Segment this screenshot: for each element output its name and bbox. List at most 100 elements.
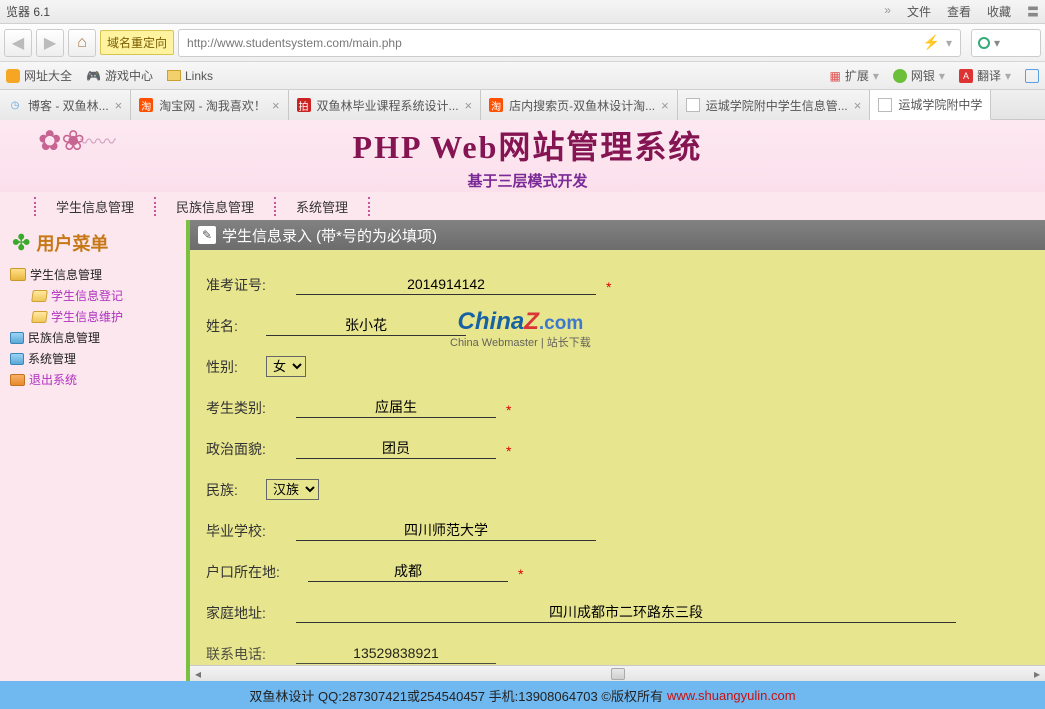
tab-favicon: 拍 <box>297 98 311 112</box>
select-ethnic[interactable]: 汉族 <box>266 479 319 500</box>
form-area: ChinaZ.com China Webmaster | 站长下载 准考证号: … <box>190 250 1045 681</box>
tab-title: 博客 - 双鱼林... <box>28 97 109 114</box>
row-gender: 性别: 女 <box>206 356 1035 377</box>
menu-view[interactable]: 查看 <box>947 3 971 20</box>
banner-title: PHP Web网站管理系统 <box>140 122 915 168</box>
clover-icon: ✤ <box>12 230 30 256</box>
top-menu: 学生信息管理 民族信息管理 系统管理 <box>0 192 1045 220</box>
menu-more-icon[interactable]: » <box>884 3 891 20</box>
browser-tab-1[interactable]: 淘淘宝网 - 淘我喜欢！× <box>131 90 288 120</box>
topmenu-ethnic[interactable]: 民族信息管理 <box>154 197 276 216</box>
toolbar-bank[interactable]: 网银 ▾ <box>893 67 945 84</box>
toolbar-extensions[interactable]: ▦ 扩展 ▾ <box>830 67 879 84</box>
tree-system[interactable]: 系统管理 <box>10 348 180 369</box>
required-marker: * <box>506 443 511 459</box>
main-area: ✤ 用户菜单 学生信息管理 学生信息登记 学生信息维护 <box>0 220 1045 681</box>
horizontal-scrollbar[interactable]: ◂ ▸ <box>190 665 1045 681</box>
input-politics[interactable] <box>296 438 496 459</box>
bookmark-site-all[interactable]: 网址大全 <box>6 67 72 84</box>
tab-close-icon[interactable]: × <box>272 98 280 113</box>
footer-link[interactable]: www.shuangyulin.com <box>667 688 796 703</box>
sidebar: ✤ 用户菜单 学生信息管理 学生信息登记 学生信息维护 <box>0 220 186 681</box>
required-marker: * <box>506 402 511 418</box>
sidebar-tree: 学生信息管理 学生信息登记 学生信息维护 民族信息管理 <box>4 260 182 390</box>
input-name[interactable] <box>266 315 466 336</box>
row-ethnic: 民族: 汉族 <box>206 479 1035 500</box>
required-marker: * <box>606 279 611 295</box>
input-address[interactable] <box>296 602 956 623</box>
url-field[interactable]: http://www.studentsystem.com/main.php ⚡ … <box>178 29 961 57</box>
tab-title: 运城学院附中学生信息管... <box>706 97 848 114</box>
tab-title: 双鱼林毕业课程系统设计... <box>317 97 459 114</box>
row-name: 姓名: <box>206 315 1035 336</box>
tab-close-icon[interactable]: × <box>661 98 669 113</box>
browser-tab-3[interactable]: 淘店内搜索页-双鱼林设计淘...× <box>481 90 678 120</box>
content-panel: ✎ 学生信息录入 (带*号的为必填项) ChinaZ.com China Web… <box>186 220 1045 681</box>
label-exam-id: 准考证号: <box>206 275 286 295</box>
input-cand-type[interactable] <box>296 397 496 418</box>
bookmark-game-center[interactable]: 🎮 游戏中心 <box>86 67 153 84</box>
browser-title-bar: 览器 6.1 » 文件 查看 收藏 〓 <box>0 0 1045 24</box>
row-address: 家庭地址: <box>206 602 1035 623</box>
menu-favorites[interactable]: 收藏 <box>987 3 1011 20</box>
tab-close-icon[interactable]: × <box>854 98 862 113</box>
select-gender[interactable]: 女 <box>266 356 306 377</box>
menu-file[interactable]: 文件 <box>907 3 931 20</box>
tree-ethnic-info[interactable]: 民族信息管理 <box>10 327 180 348</box>
game-icon: 🎮 <box>86 69 101 83</box>
topmenu-student[interactable]: 学生信息管理 <box>34 197 156 216</box>
topmenu-system[interactable]: 系统管理 <box>274 197 370 216</box>
browser-tab-0[interactable]: ◷ 博客 - 双鱼林... × <box>0 90 131 120</box>
row-politics: 政治面貌: * <box>206 438 1035 459</box>
content-header: ✎ 学生信息录入 (带*号的为必填项) <box>190 220 1045 250</box>
browser-tab-4[interactable]: 运城学院附中学生信息管... × <box>678 90 871 120</box>
site-all-icon <box>6 69 20 83</box>
tab-close-icon[interactable]: × <box>465 98 473 113</box>
tab-favicon: ◷ <box>8 98 22 112</box>
toolbar-translate[interactable]: A 翻译 ▾ <box>959 67 1011 84</box>
toolbar-screenshot[interactable] <box>1025 69 1039 83</box>
menu-tools-icon[interactable]: 〓 <box>1027 3 1039 20</box>
tree-student-register[interactable]: 学生信息登记 <box>32 285 180 306</box>
scroll-thumb[interactable] <box>611 668 625 680</box>
fast-mode-icon[interactable]: ⚡ <box>923 34 940 51</box>
scroll-left-icon[interactable]: ◂ <box>190 667 206 681</box>
scroll-track[interactable] <box>206 668 1029 680</box>
label-phone: 联系电话: <box>206 644 286 664</box>
label-politics: 政治面貌: <box>206 439 286 459</box>
tree-student-maintain[interactable]: 学生信息维护 <box>32 306 180 327</box>
forward-button[interactable]: ▶ <box>36 29 64 57</box>
tab-bar: ◷博客 - 双鱼林...×淘淘宝网 - 淘我喜欢！×拍双鱼林毕业课程系统设计..… <box>0 90 1045 120</box>
label-gender: 性别: <box>206 357 256 377</box>
browser-search-box[interactable]: ▾ <box>971 29 1041 57</box>
scroll-right-icon[interactable]: ▸ <box>1029 667 1045 681</box>
url-dropdown-icon[interactable]: ▾ <box>946 36 952 50</box>
tab-close-icon[interactable]: × <box>115 98 123 113</box>
sidebar-header-text: 用户菜单 <box>36 230 108 256</box>
home-button[interactable]: ⌂ <box>68 29 96 57</box>
tree-logout[interactable]: 退出系统 <box>10 369 180 390</box>
page-content: PHP Web网站管理系统 基于三层模式开发 学生信息管理 民族信息管理 系统管… <box>0 120 1045 709</box>
edit-icon: ✎ <box>198 226 216 244</box>
sidebar-header: ✤ 用户菜单 <box>4 226 182 260</box>
tab-title: 运城学院附中学 <box>898 96 982 113</box>
back-button[interactable]: ◀ <box>4 29 32 57</box>
input-phone[interactable] <box>296 643 496 664</box>
folder-icon <box>10 268 26 281</box>
tab-title: 店内搜索页-双鱼林设计淘... <box>509 97 655 114</box>
search-dropdown-icon[interactable]: ▾ <box>994 36 1000 50</box>
content-header-text: 学生信息录入 (带*号的为必填项) <box>222 225 437 246</box>
cube-icon <box>10 353 24 365</box>
browser-tab-5[interactable]: 运城学院附中学 <box>870 90 991 120</box>
label-grad-school: 毕业学校: <box>206 521 286 541</box>
input-grad-school[interactable] <box>296 520 596 541</box>
tab-favicon <box>686 98 700 112</box>
tree-student-info[interactable]: 学生信息管理 <box>10 264 180 285</box>
input-exam-id[interactable] <box>296 274 596 295</box>
label-address: 家庭地址: <box>206 603 286 623</box>
browser-menu: » 文件 查看 收藏 〓 <box>880 3 1039 20</box>
tab-title: 淘宝网 - 淘我喜欢！ <box>159 97 266 114</box>
browser-tab-2[interactable]: 拍双鱼林毕业课程系统设计... × <box>289 90 482 120</box>
input-hukou[interactable] <box>308 561 508 582</box>
bookmark-links[interactable]: Links <box>167 69 213 83</box>
